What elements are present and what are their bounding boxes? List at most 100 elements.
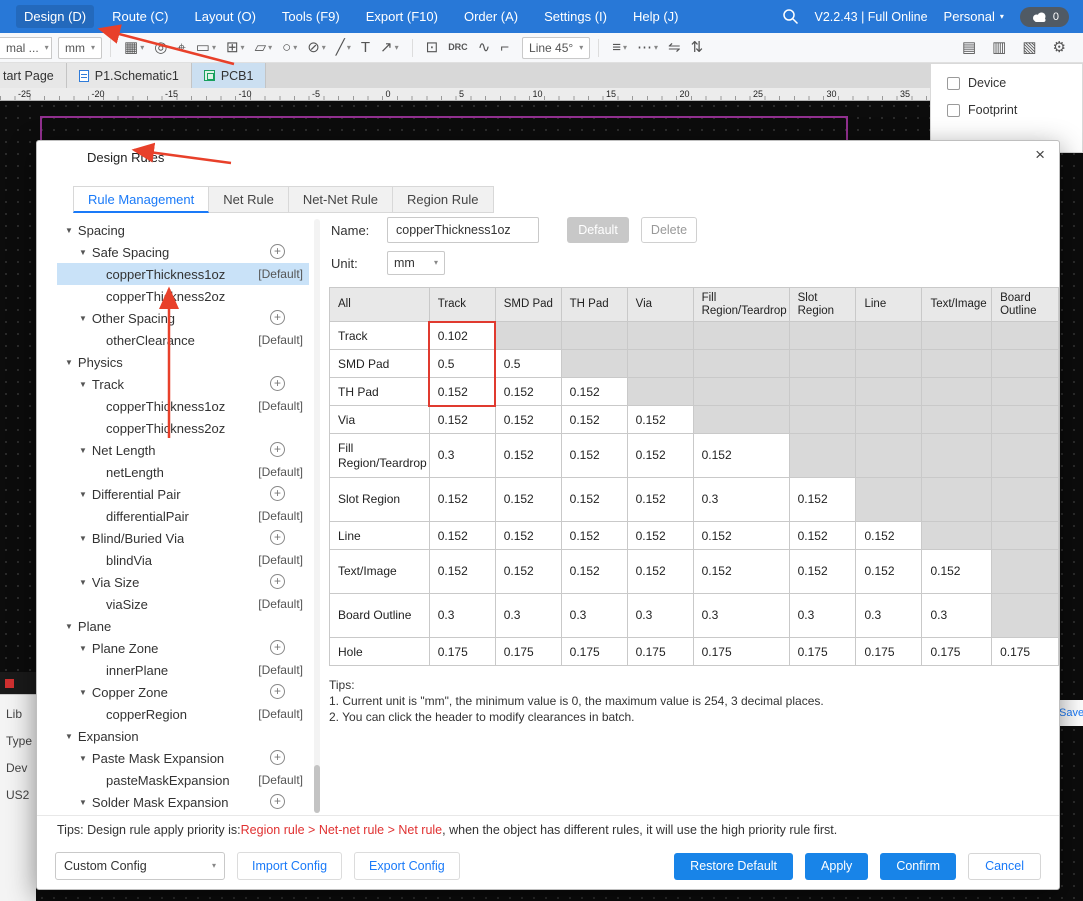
matrix-col-header-board-outline[interactable]: Board Outline <box>992 288 1059 322</box>
matrix-col-header-fill-region-teardrop[interactable]: Fill Region/Teardrop <box>693 288 789 322</box>
panel-bottom-icon[interactable]: ▥ <box>992 40 1006 55</box>
matrix-col-header-via[interactable]: Via <box>627 288 693 322</box>
cancel-button[interactable]: Cancel <box>968 853 1041 880</box>
add-rule-button[interactable]: + <box>270 684 285 699</box>
tree-item-otherclearance[interactable]: otherClearance[Default] <box>57 329 309 351</box>
matrix-cell[interactable]: 0.3 <box>561 594 627 638</box>
tree-scrollbar-thumb[interactable] <box>314 765 320 813</box>
tree-item-viasize[interactable]: viaSize[Default] <box>57 593 309 615</box>
flip-horizontal-icon[interactable]: ⇋ <box>668 40 681 55</box>
save-button-fragment[interactable]: Save <box>1058 700 1083 726</box>
add-rule-button[interactable]: + <box>270 244 285 259</box>
matrix-cell[interactable]: 0.152 <box>627 522 693 550</box>
measure-point-icon[interactable]: ⌖ <box>177 40 185 55</box>
matrix-cell[interactable]: 0.152 <box>429 406 495 434</box>
tree-item-plane-zone[interactable]: ▼Plane Zone+ <box>57 637 309 659</box>
tree-item-solder-mask-expansion[interactable]: ▼Solder Mask Expansion+ <box>57 791 309 813</box>
matrix-cell[interactable]: 0.152 <box>627 406 693 434</box>
matrix-cell[interactable]: 0.175 <box>922 638 992 666</box>
matrix-cell[interactable]: 0.152 <box>627 434 693 478</box>
matrix-cell[interactable]: 0.3 <box>429 434 495 478</box>
matrix-cell[interactable]: 0.5 <box>495 350 561 378</box>
import-changes-icon[interactable]: ⊡ <box>426 40 439 55</box>
dimension-tool-icon[interactable]: ↗▾ <box>380 40 399 55</box>
ellipse-tool-icon[interactable]: ○▾ <box>282 40 297 55</box>
line-tool-icon[interactable]: ╱▾ <box>336 40 351 55</box>
keepout-tool-icon[interactable]: ⊘▾ <box>307 40 326 55</box>
matrix-cell[interactable]: 0.152 <box>693 522 789 550</box>
matrix-cell[interactable]: 0.152 <box>561 522 627 550</box>
matrix-corner-header[interactable]: All <box>330 288 430 322</box>
add-rule-button[interactable]: + <box>270 530 285 545</box>
tab-region-rule[interactable]: Region Rule <box>393 186 494 213</box>
tree-item-paste-mask-expansion[interactable]: ▼Paste Mask Expansion+ <box>57 747 309 769</box>
apply-button[interactable]: Apply <box>805 853 868 880</box>
account-menu[interactable]: Personal ▾ <box>944 9 1004 24</box>
tree-item-copperthickness1oz[interactable]: copperThickness1oz[Default] <box>57 263 309 285</box>
cloud-sync-button[interactable]: 0 <box>1020 7 1069 27</box>
equal-length-icon[interactable]: ∿ <box>478 40 491 55</box>
tree-item-differentialpair[interactable]: differentialPair[Default] <box>57 505 309 527</box>
matrix-row-header[interactable]: Slot Region <box>330 478 430 522</box>
grid-settings-icon[interactable]: ▦▾ <box>124 40 144 55</box>
route-icon[interactable]: ⌐ <box>500 40 509 55</box>
matrix-cell[interactable]: 0.152 <box>693 434 789 478</box>
matrix-cell[interactable]: 0.152 <box>561 434 627 478</box>
tree-item-netlength[interactable]: netLength[Default] <box>57 461 309 483</box>
add-rule-button[interactable]: + <box>270 310 285 325</box>
export-config-button[interactable]: Export Config <box>354 852 460 880</box>
tab-net-rule[interactable]: Net Rule <box>209 186 289 213</box>
matrix-col-header-th-pad[interactable]: TH Pad <box>561 288 627 322</box>
line-mode-select[interactable]: Line 45° ▾ <box>522 37 590 59</box>
menu-design-d[interactable]: Design (D) <box>16 5 94 28</box>
matrix-cell[interactable]: 0.175 <box>495 638 561 666</box>
matrix-cell[interactable]: 0.152 <box>429 522 495 550</box>
config-select[interactable]: Custom Config ▾ <box>55 852 225 880</box>
add-rule-button[interactable]: + <box>270 750 285 765</box>
add-rule-button[interactable]: + <box>270 442 285 457</box>
tree-item-copperthickness2oz[interactable]: copperThickness2oz <box>57 285 309 307</box>
tree-item-blindvia[interactable]: blindVia[Default] <box>57 549 309 571</box>
matrix-cell[interactable]: 0.152 <box>627 478 693 522</box>
matrix-row-header[interactable]: Track <box>330 322 430 350</box>
tree-item-physics[interactable]: ▼Physics <box>57 351 309 373</box>
matrix-cell[interactable]: 0.175 <box>856 638 922 666</box>
matrix-cell[interactable]: 0.152 <box>495 478 561 522</box>
matrix-row-header[interactable]: Line <box>330 522 430 550</box>
tree-item-differential-pair[interactable]: ▼Differential Pair+ <box>57 483 309 505</box>
matrix-row-header[interactable]: Hole <box>330 638 430 666</box>
delete-button[interactable]: Delete <box>641 217 697 243</box>
matrix-col-header-line[interactable]: Line <box>856 288 922 322</box>
matrix-cell[interactable]: 0.175 <box>627 638 693 666</box>
matrix-cell[interactable]: 0.3 <box>429 594 495 638</box>
doc-tab-p1-schematic1[interactable]: P1.Schematic1 <box>67 63 192 88</box>
matrix-col-header-track[interactable]: Track <box>429 288 495 322</box>
menu-order-a[interactable]: Order (A) <box>464 9 518 24</box>
flip-vertical-icon[interactable]: ⇅ <box>691 40 704 55</box>
matrix-cell[interactable]: 0.152 <box>429 378 495 406</box>
polygon-tool-icon[interactable]: ▱▾ <box>255 40 273 55</box>
matrix-cell[interactable]: 0.152 <box>922 550 992 594</box>
matrix-col-header-slot-region[interactable]: Slot Region <box>789 288 856 322</box>
unit-toolbar-select[interactable]: mm ▾ <box>58 37 102 59</box>
matrix-cell[interactable]: 0.152 <box>561 478 627 522</box>
matrix-cell[interactable]: 0.152 <box>561 378 627 406</box>
menu-tools-f9[interactable]: Tools (F9) <box>282 9 340 24</box>
matrix-row-header[interactable]: Text/Image <box>330 550 430 594</box>
matrix-cell[interactable]: 0.152 <box>495 522 561 550</box>
matrix-cell[interactable]: 0.175 <box>429 638 495 666</box>
matrix-cell[interactable]: 0.152 <box>627 550 693 594</box>
matrix-cell[interactable]: 0.102 <box>429 322 495 350</box>
drc-icon[interactable]: DRC <box>448 43 468 52</box>
checkbox-footprint[interactable] <box>947 104 960 117</box>
checkbox-device[interactable] <box>947 77 960 90</box>
matrix-cell[interactable]: 0.175 <box>992 638 1059 666</box>
menu-help-j[interactable]: Help (J) <box>633 9 679 24</box>
tree-item-copperregion[interactable]: copperRegion[Default] <box>57 703 309 725</box>
panel-left-icon[interactable]: ▤ <box>962 40 976 55</box>
align-icon[interactable]: ≡▾ <box>612 40 627 55</box>
add-rule-button[interactable]: + <box>270 574 285 589</box>
menu-layout-o[interactable]: Layout (O) <box>194 9 255 24</box>
import-config-button[interactable]: Import Config <box>237 852 342 880</box>
matrix-col-header-text-image[interactable]: Text/Image <box>922 288 992 322</box>
